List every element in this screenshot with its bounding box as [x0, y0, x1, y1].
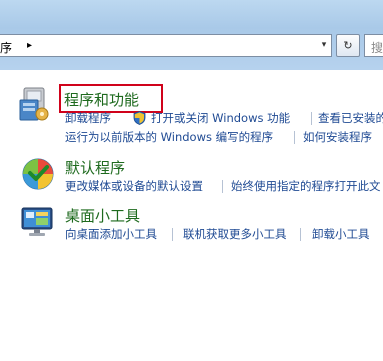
always-open-with-link[interactable]: 始终使用指定的程序打开此文: [231, 178, 381, 194]
programs-features-title[interactable]: 程序和功能: [64, 89, 139, 110]
breadcrumb-item[interactable]: 序: [0, 39, 12, 56]
link-separator: [222, 180, 223, 193]
uac-shield-icon: [133, 110, 146, 125]
search-placeholder: 搜: [371, 41, 383, 55]
search-input[interactable]: 搜: [364, 34, 383, 57]
navigation-bar: 序 ▸ ▾ ↻ 搜: [0, 0, 383, 70]
default-programs-icon[interactable]: [21, 157, 55, 191]
desktop-gadgets-title[interactable]: 桌面小工具: [65, 205, 140, 226]
link-separator: [311, 112, 312, 125]
turn-windows-features-link[interactable]: 打开或关闭 Windows 功能: [151, 110, 290, 126]
link-separator: [294, 131, 295, 144]
breadcrumb-chevron-icon[interactable]: ▸: [27, 40, 32, 51]
get-more-gadgets-link[interactable]: 联机获取更多小工具: [183, 226, 287, 242]
programs-features-icon[interactable]: [18, 84, 52, 124]
address-bar[interactable]: 序 ▸ ▾: [0, 34, 332, 57]
run-older-programs-link[interactable]: 运行为以前版本的 Windows 编写的程序: [65, 129, 273, 145]
uninstall-gadget-link[interactable]: 卸载小工具: [312, 226, 370, 242]
add-gadgets-link[interactable]: 向桌面添加小工具: [65, 226, 157, 242]
address-dropdown-icon[interactable]: ▾: [318, 38, 330, 53]
how-to-install-link[interactable]: 如何安装程序: [303, 129, 372, 145]
change-media-defaults-link[interactable]: 更改媒体或设备的默认设置: [65, 178, 203, 194]
refresh-button[interactable]: ↻: [336, 34, 360, 57]
view-installed-updates-link[interactable]: 查看已安装的: [318, 110, 383, 126]
uninstall-program-link[interactable]: 卸载程序: [65, 110, 111, 126]
link-separator: [172, 228, 173, 241]
desktop-gadgets-icon[interactable]: [20, 204, 56, 240]
default-programs-title[interactable]: 默认程序: [65, 157, 125, 178]
link-separator: [300, 228, 301, 241]
